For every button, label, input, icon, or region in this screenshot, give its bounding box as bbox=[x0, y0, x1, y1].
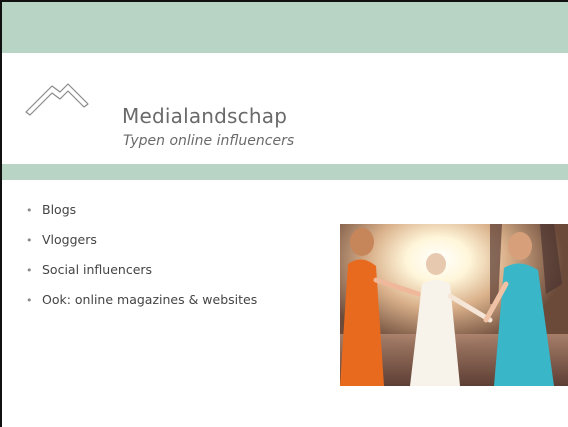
bullet-text: Blogs bbox=[42, 202, 77, 217]
slide-title: Medialandschap bbox=[122, 104, 288, 128]
bullet-list: • Blogs • Vloggers • Social influencers … bbox=[26, 202, 257, 322]
slide-subtitle: Typen online influencers bbox=[123, 133, 295, 149]
top-band bbox=[2, 2, 568, 53]
bullet-text: Social influencers bbox=[42, 262, 153, 277]
bullet-icon: • bbox=[26, 204, 33, 217]
slide: Medialandschap Typen online influencers … bbox=[0, 0, 568, 427]
list-item: • Social influencers bbox=[26, 262, 257, 292]
photo-image bbox=[340, 224, 568, 386]
bullet-icon: • bbox=[26, 234, 33, 247]
middle-band bbox=[2, 164, 568, 180]
list-item: • Vloggers bbox=[26, 232, 257, 262]
bullet-text: Vloggers bbox=[42, 232, 97, 247]
dancing-people-photo bbox=[340, 224, 568, 386]
list-item: • Ook: online magazines & websites bbox=[26, 292, 257, 322]
house-outline-icon bbox=[25, 83, 89, 116]
list-item: • Blogs bbox=[26, 202, 257, 232]
bullet-icon: • bbox=[26, 264, 33, 277]
bullet-text: Ook: online magazines & websites bbox=[42, 292, 258, 307]
bullet-icon: • bbox=[26, 294, 33, 307]
